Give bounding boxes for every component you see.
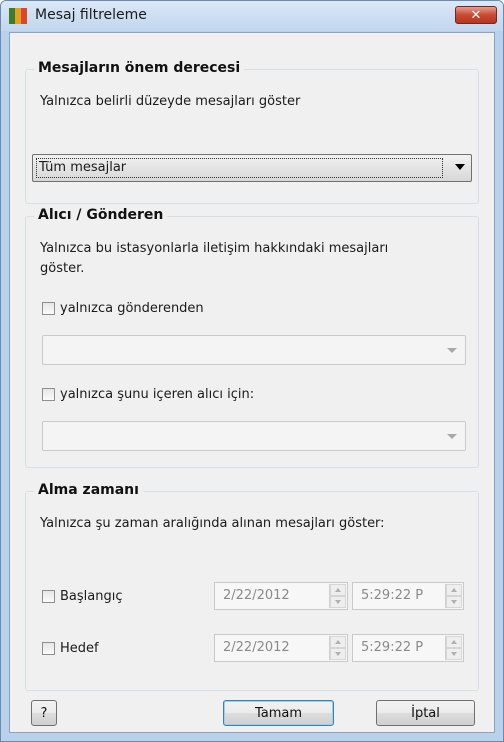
avg-logo-icon xyxy=(9,8,27,24)
importance-description: Yalnızca belirli düzeyde mesajları göste… xyxy=(40,94,301,109)
close-icon: ✕ xyxy=(470,7,482,23)
start-checkbox-label[interactable]: Başlangıç xyxy=(60,589,123,604)
spin-up-icon xyxy=(446,584,462,596)
from-checkbox-row[interactable]: yalnızca gönderenden xyxy=(42,301,204,316)
from-checkbox-label[interactable]: yalnızca gönderenden xyxy=(60,301,204,316)
chevron-down-icon xyxy=(447,434,457,439)
help-button[interactable]: ? xyxy=(31,700,57,726)
importance-selected-value: Tüm mesajlar xyxy=(36,158,443,178)
start-date-spinner xyxy=(329,584,346,608)
dialog-window: Mesaj filtreleme ✕ Mesajların önem derec… xyxy=(0,0,504,742)
end-checkbox[interactable] xyxy=(42,642,55,655)
spin-up-icon xyxy=(330,584,346,596)
ok-button-label: Tamam xyxy=(254,705,303,721)
start-time-spinner xyxy=(445,584,462,608)
importance-group-title: Mesajların önem derecesi xyxy=(34,60,245,76)
end-time-spinner xyxy=(445,636,462,660)
spin-down-icon xyxy=(446,596,462,608)
time-group-title: Alma zamanı xyxy=(34,482,143,498)
start-date-picker: 2/22/2012 xyxy=(214,582,348,610)
end-checkbox-label[interactable]: Hedef xyxy=(60,641,99,656)
spin-down-icon xyxy=(330,648,346,660)
end-time-picker: 5:29:22 P xyxy=(352,634,464,662)
importance-select[interactable]: Tüm mesajlar xyxy=(32,154,472,182)
close-button[interactable]: ✕ xyxy=(455,6,497,24)
cancel-button[interactable]: İptal xyxy=(376,700,475,726)
spin-up-icon xyxy=(446,636,462,648)
recipient-description-line1: Yalnızca bu istasyonlarla iletişim hakkı… xyxy=(40,241,389,256)
time-description: Yalnızca şu zaman aralığında alınan mesa… xyxy=(40,516,385,531)
start-time-picker: 5:29:22 P xyxy=(352,582,464,610)
recipient-description-line2: göster. xyxy=(40,261,85,276)
to-select xyxy=(42,421,466,451)
to-checkbox-row[interactable]: yalnızca şunu içeren alıcı için: xyxy=(42,387,254,402)
recipient-group-title: Alıcı / Gönderen xyxy=(34,207,168,223)
start-time-value: 5:29:22 P xyxy=(361,588,424,603)
start-checkbox[interactable] xyxy=(42,590,55,603)
start-checkbox-row[interactable]: Başlangıç xyxy=(42,589,123,604)
to-checkbox[interactable] xyxy=(42,388,55,401)
end-checkbox-row[interactable]: Hedef xyxy=(42,641,99,656)
chevron-down-icon[interactable] xyxy=(455,164,465,170)
title-bar[interactable]: Mesaj filtreleme ✕ xyxy=(1,1,503,31)
time-group: Alma zamanı Yalnızca şu zaman aralığında… xyxy=(25,482,479,691)
start-date-value: 2/22/2012 xyxy=(223,588,290,603)
cancel-button-label: İptal xyxy=(411,705,440,721)
end-date-picker: 2/22/2012 xyxy=(214,634,348,662)
spin-up-icon xyxy=(330,636,346,648)
from-checkbox[interactable] xyxy=(42,302,55,315)
ok-button[interactable]: Tamam xyxy=(223,700,334,726)
spin-down-icon xyxy=(330,596,346,608)
spin-down-icon xyxy=(446,648,462,660)
window-title: Mesaj filtreleme xyxy=(35,7,147,23)
end-date-value: 2/22/2012 xyxy=(223,640,290,655)
importance-group: Mesajların önem derecesi Yalnızca belirl… xyxy=(25,60,479,204)
from-select xyxy=(42,335,466,365)
to-checkbox-label[interactable]: yalnızca şunu içeren alıcı için: xyxy=(60,387,254,402)
end-time-value: 5:29:22 P xyxy=(361,640,424,655)
end-date-spinner xyxy=(329,636,346,660)
recipient-group: Alıcı / Gönderen Yalnızca bu istasyonlar… xyxy=(25,207,479,468)
dialog-client-area: Mesajların önem derecesi Yalnızca belirl… xyxy=(9,32,495,733)
help-button-label: ? xyxy=(40,705,48,721)
chevron-down-icon xyxy=(447,348,457,353)
